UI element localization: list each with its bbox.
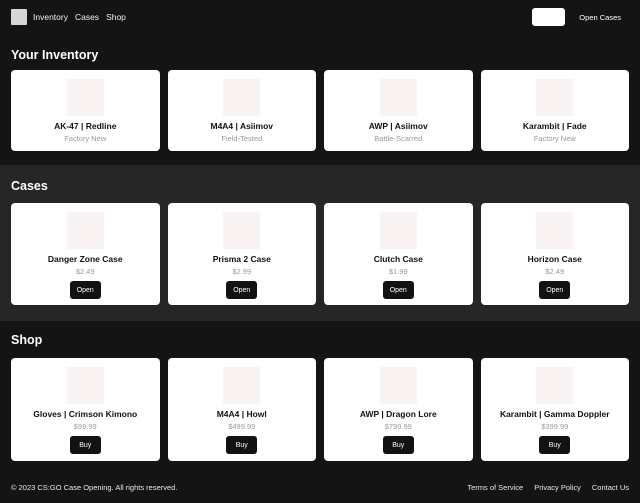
nav-link-inventory[interactable]: Inventory (33, 12, 68, 22)
footer: © 2023 CS:GO Case Opening. All rights re… (0, 472, 640, 503)
case-name: Horizon Case (527, 254, 582, 264)
item-condition: Field-Tested (221, 134, 263, 143)
open-case-button[interactable]: Open (382, 281, 414, 299)
case-image (379, 212, 417, 249)
case-image (536, 212, 574, 249)
shop-item-image (379, 367, 417, 404)
inventory-card[interactable]: AK-47 | Redline Factory New (11, 70, 160, 151)
open-case-button[interactable]: Open (226, 281, 258, 299)
shop-item-image (536, 367, 574, 404)
footer-link-contact[interactable]: Contact Us (592, 483, 629, 492)
item-condition: Factory New (533, 134, 576, 143)
shop-grid: Gloves | Crimson Kimono $99.99 Buy M4A4 … (11, 357, 629, 461)
nav-link-shop[interactable]: Shop (106, 12, 126, 22)
case-image (223, 212, 261, 249)
inventory-title: Your Inventory (11, 48, 99, 62)
case-name: Clutch Case (373, 254, 423, 264)
shop-item-price: $99.99 (73, 422, 97, 431)
shop-item-price: $799.99 (384, 422, 412, 431)
shop-item-image (66, 367, 104, 404)
item-image (379, 79, 417, 116)
item-name: Karambit | Fade (522, 121, 587, 131)
cases-section: Cases Danger Zone Case $2.49 Open Prisma… (0, 165, 640, 321)
case-card: Clutch Case $1.99 Open (324, 203, 473, 305)
inventory-grid: AK-47 | Redline Factory New M4A4 | Asiim… (11, 70, 629, 151)
item-image (66, 79, 104, 116)
shop-item-price: $499.99 (228, 422, 256, 431)
shop-item-name: AWP | Dragon Lore (359, 409, 437, 419)
cases-grid: Danger Zone Case $2.49 Open Prisma 2 Cas… (11, 201, 629, 305)
item-name: AK-47 | Redline (54, 121, 117, 131)
inventory-card[interactable]: Karambit | Fade Factory New (480, 70, 629, 151)
nav-link-cases[interactable]: Cases (75, 12, 99, 22)
item-condition: Factory New (64, 134, 107, 143)
case-price: $2.49 (75, 267, 95, 276)
cases-title: Cases (11, 179, 48, 193)
shop-item-name: Gloves | Crimson Kimono (33, 409, 138, 419)
open-case-button[interactable]: Open (69, 281, 101, 299)
buy-button[interactable]: Buy (382, 436, 414, 454)
buy-button[interactable]: Buy (539, 436, 571, 454)
open-case-button[interactable]: Open (539, 281, 571, 299)
shop-card: M4A4 | Howl $499.99 Buy (167, 358, 316, 461)
shop-item-price: $399.99 (541, 422, 569, 431)
inventory-section: Your Inventory AK-47 | Redline Factory N… (0, 34, 640, 165)
case-price: $2.49 (545, 267, 565, 276)
case-name: Danger Zone Case (47, 254, 123, 264)
shop-card: AWP | Dragon Lore $799.99 Buy (324, 358, 473, 461)
shop-title: Shop (11, 333, 43, 347)
item-image (223, 79, 261, 116)
item-image (536, 79, 574, 116)
case-name: Prisma 2 Case (212, 254, 271, 264)
footer-links: Terms of Service Privacy Policy Contact … (456, 483, 629, 492)
shop-item-name: M4A4 | Howl (216, 409, 267, 419)
case-price: $2.99 (232, 267, 252, 276)
footer-link-privacy[interactable]: Privacy Policy (534, 483, 581, 492)
inventory-card[interactable]: M4A4 | Asiimov Field-Tested (167, 70, 316, 151)
shop-card: Karambit | Gamma Doppler $399.99 Buy (480, 358, 629, 461)
case-price: $1.99 (388, 267, 408, 276)
buy-button[interactable]: Buy (69, 436, 101, 454)
shop-card: Gloves | Crimson Kimono $99.99 Buy (11, 358, 160, 461)
footer-link-terms[interactable]: Terms of Service (467, 483, 523, 492)
nav-user-box[interactable] (532, 8, 566, 26)
inventory-card[interactable]: AWP | Asiimov Battle-Scarred (324, 70, 473, 151)
nav-right: Open Cases (532, 8, 629, 26)
item-name: AWP | Asiimov (368, 121, 428, 131)
case-card: Danger Zone Case $2.49 Open (11, 203, 160, 305)
logo[interactable] (11, 9, 27, 25)
copyright-text: © 2023 CS:GO Case Opening. All rights re… (11, 483, 178, 492)
open-cases-link[interactable]: Open Cases (579, 13, 621, 22)
buy-button[interactable]: Buy (226, 436, 258, 454)
shop-item-image (223, 367, 261, 404)
case-card: Horizon Case $2.49 Open (480, 203, 629, 305)
case-card: Prisma 2 Case $2.99 Open (167, 203, 316, 305)
shop-item-name: Karambit | Gamma Doppler (499, 409, 610, 419)
item-name: M4A4 | Asiimov (210, 121, 274, 131)
item-condition: Battle-Scarred (374, 134, 423, 143)
case-image (66, 212, 104, 249)
shop-section: Shop Gloves | Crimson Kimono $99.99 Buy … (0, 321, 640, 472)
top-navbar: Inventory Cases Shop Open Cases (0, 0, 640, 34)
